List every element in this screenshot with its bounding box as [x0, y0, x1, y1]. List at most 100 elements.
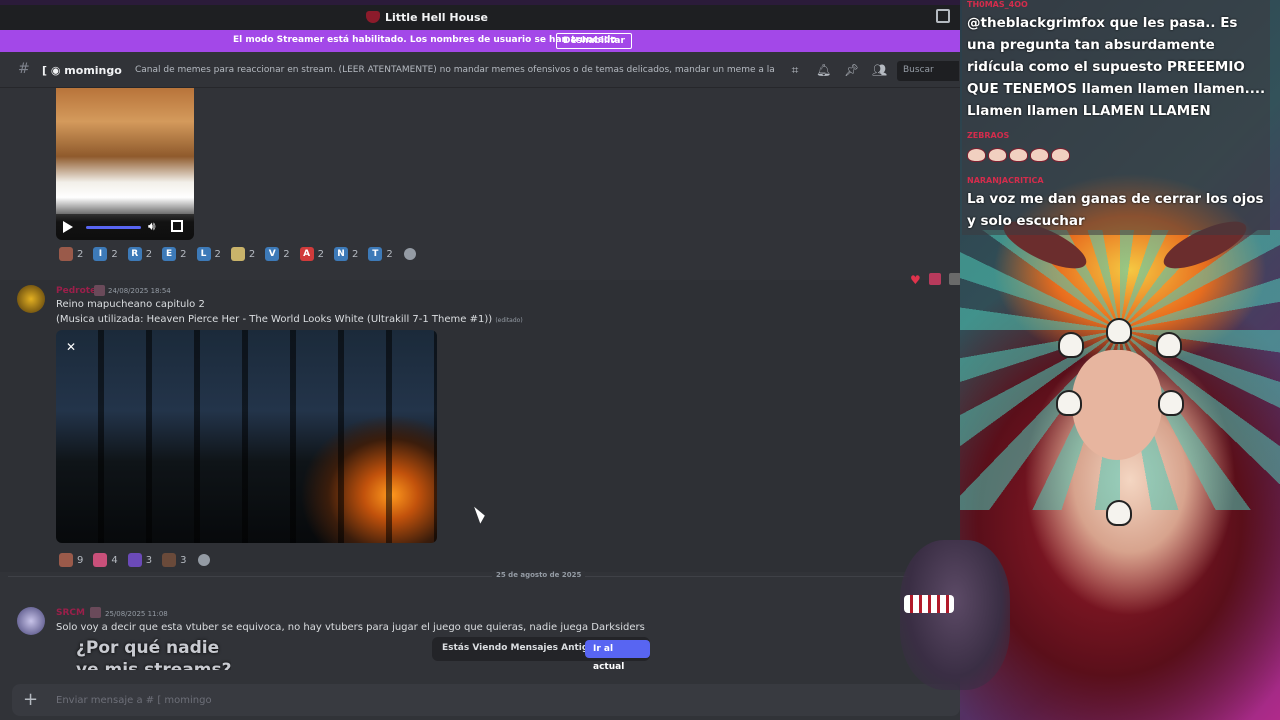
server-logo-icon [366, 11, 380, 23]
emote-icon [1009, 148, 1028, 162]
reaction-count: 2 [111, 248, 118, 260]
reaction-chip[interactable]: 9 [56, 551, 86, 569]
reaction-chip[interactable]: R2 [125, 245, 155, 263]
skull-icon [1106, 318, 1132, 344]
message-timestamp: 25/08/2025 11:08 [105, 610, 168, 618]
disable-streamer-button[interactable]: Deshabilitar [556, 33, 632, 49]
chat-username: ZEBRAOS [967, 131, 1010, 140]
fullscreen-icon[interactable] [171, 220, 183, 232]
role-badge-icon [90, 607, 101, 618]
skull-icon [1056, 390, 1082, 416]
search-input[interactable]: Buscar [897, 61, 959, 81]
role-badge-icon [94, 285, 105, 296]
date-divider: 25 de agosto de 2025 [8, 571, 960, 579]
skull-icon [1106, 500, 1132, 526]
reaction-chip[interactable]: 2 [56, 245, 86, 263]
message-composer: + [12, 684, 960, 716]
capcut-logo-icon: ✕ [66, 340, 77, 354]
reaction-count: 2 [248, 248, 256, 260]
reaction-emoji-icon: I [93, 247, 108, 261]
old-messages-label: Estás Viendo Mensajes Antiguos [442, 643, 607, 653]
video-attachment[interactable]: ✕ [56, 330, 437, 543]
emote-icon [1051, 148, 1070, 162]
channel-topic[interactable]: Canal de memes para reaccionar en stream… [135, 65, 777, 75]
reaction-chip[interactable]: 3 [159, 551, 189, 569]
members-icon[interactable]: 👥︎ [872, 63, 887, 77]
reaction-chip[interactable]: 3 [125, 551, 155, 569]
message-timestamp: 24/08/2025 18:54 [108, 287, 171, 295]
reaction-emoji-icon [93, 553, 108, 567]
volume-slider[interactable] [86, 226, 141, 229]
skull-icon [1156, 332, 1182, 358]
vtuber-face [1072, 350, 1162, 460]
reaction-chip[interactable]: I2 [90, 245, 120, 263]
reaction-chip[interactable]: 2 [228, 245, 258, 263]
reaction-emoji-icon: E [162, 247, 177, 261]
avatar[interactable] [17, 285, 45, 313]
reaction-chip[interactable]: V2 [262, 245, 292, 263]
play-icon[interactable] [63, 221, 73, 233]
emote-icon [967, 148, 986, 162]
avatar[interactable] [17, 607, 45, 635]
chat-emotes [967, 148, 1070, 162]
reaction-emoji-icon [59, 247, 73, 261]
reaction-chip[interactable]: L2 [194, 245, 224, 263]
reaction-count: 2 [77, 248, 84, 260]
chat-username: TH0MAS_4OO [967, 0, 1028, 9]
reaction-count: 3 [145, 554, 153, 566]
emote-icon [1030, 148, 1049, 162]
message-text: Reino mapucheano capitulo 2 [56, 299, 205, 310]
add-reaction-icon[interactable] [403, 248, 416, 260]
reaction-emoji-icon [127, 553, 142, 567]
channel-header: # [ ◉ momingo Canal de memes para reacci… [0, 52, 960, 88]
reaction-count: 4 [111, 554, 118, 566]
reaction-count: 2 [214, 248, 221, 260]
reaction-emoji-icon: L [196, 247, 211, 261]
add-reaction-icon[interactable] [197, 554, 210, 566]
reaction-emoji-icon: A [299, 247, 314, 261]
reaction-emoji-icon: V [265, 247, 280, 261]
reaction-emoji-icon: R [127, 247, 142, 261]
reaction-chip[interactable]: T2 [365, 245, 395, 263]
volume-icon[interactable]: 🔊︎ [148, 219, 156, 234]
chat-message: La voz me dan ganas de cerrar los ojos y… [967, 191, 1264, 229]
message-text: Solo voy a decir que esta vtuber se equi… [56, 622, 645, 633]
reaction-chip[interactable]: E2 [159, 245, 189, 263]
image-attachment-text: ¿Por qué nadie ve mis streams? [76, 638, 232, 670]
reaction-chip[interactable]: A2 [297, 245, 327, 263]
jump-to-present-button[interactable]: Ir al actual [585, 640, 650, 672]
video-controls: 🔊︎ [56, 214, 194, 240]
reaction-chip[interactable]: N2 [331, 245, 361, 263]
reaction-count: 2 [283, 248, 290, 260]
message-author[interactable]: Pedrote [56, 286, 96, 296]
heart-reaction-icon[interactable]: ♥ [910, 273, 921, 287]
message-author[interactable]: SRCM [56, 608, 85, 618]
video-attachment[interactable]: 🔊︎ [56, 88, 194, 240]
notification-bell-icon[interactable]: 🔔︎ [816, 63, 831, 77]
reaction-count: 2 [145, 248, 153, 260]
reaction-emoji-icon: T [368, 247, 383, 261]
window-title: Little Hell House [385, 11, 488, 24]
reaction-count: 2 [352, 248, 359, 260]
reaction-count: 3 [180, 554, 187, 566]
skull-icon [1158, 390, 1184, 416]
reaction-emoji-icon [230, 247, 245, 261]
add-attachment-icon[interactable]: + [23, 689, 38, 710]
pin-icon[interactable]: 📌︎ [844, 63, 859, 77]
skull-icon [1058, 332, 1084, 358]
reaction-chip[interactable]: 4 [90, 551, 120, 569]
reaction-emoji-icon [59, 553, 73, 567]
quick-reaction-icon[interactable] [928, 273, 941, 285]
emote-icon [988, 148, 1007, 162]
critter-mascot [900, 540, 1010, 690]
inbox-icon[interactable] [936, 9, 950, 23]
message-input[interactable] [56, 690, 656, 710]
channel-name: [ ◉ momingo [42, 64, 122, 77]
quick-reaction-icon[interactable] [948, 273, 961, 285]
threads-icon[interactable]: ⌗ [788, 63, 802, 77]
reaction-emoji-icon [162, 553, 177, 567]
reaction-count: 2 [386, 248, 393, 260]
reaction-emoji-icon: N [334, 247, 348, 261]
reaction-count: 2 [317, 248, 324, 260]
old-messages-bar: Estás Viendo Mensajes Antiguos Ir al act… [432, 637, 650, 672]
